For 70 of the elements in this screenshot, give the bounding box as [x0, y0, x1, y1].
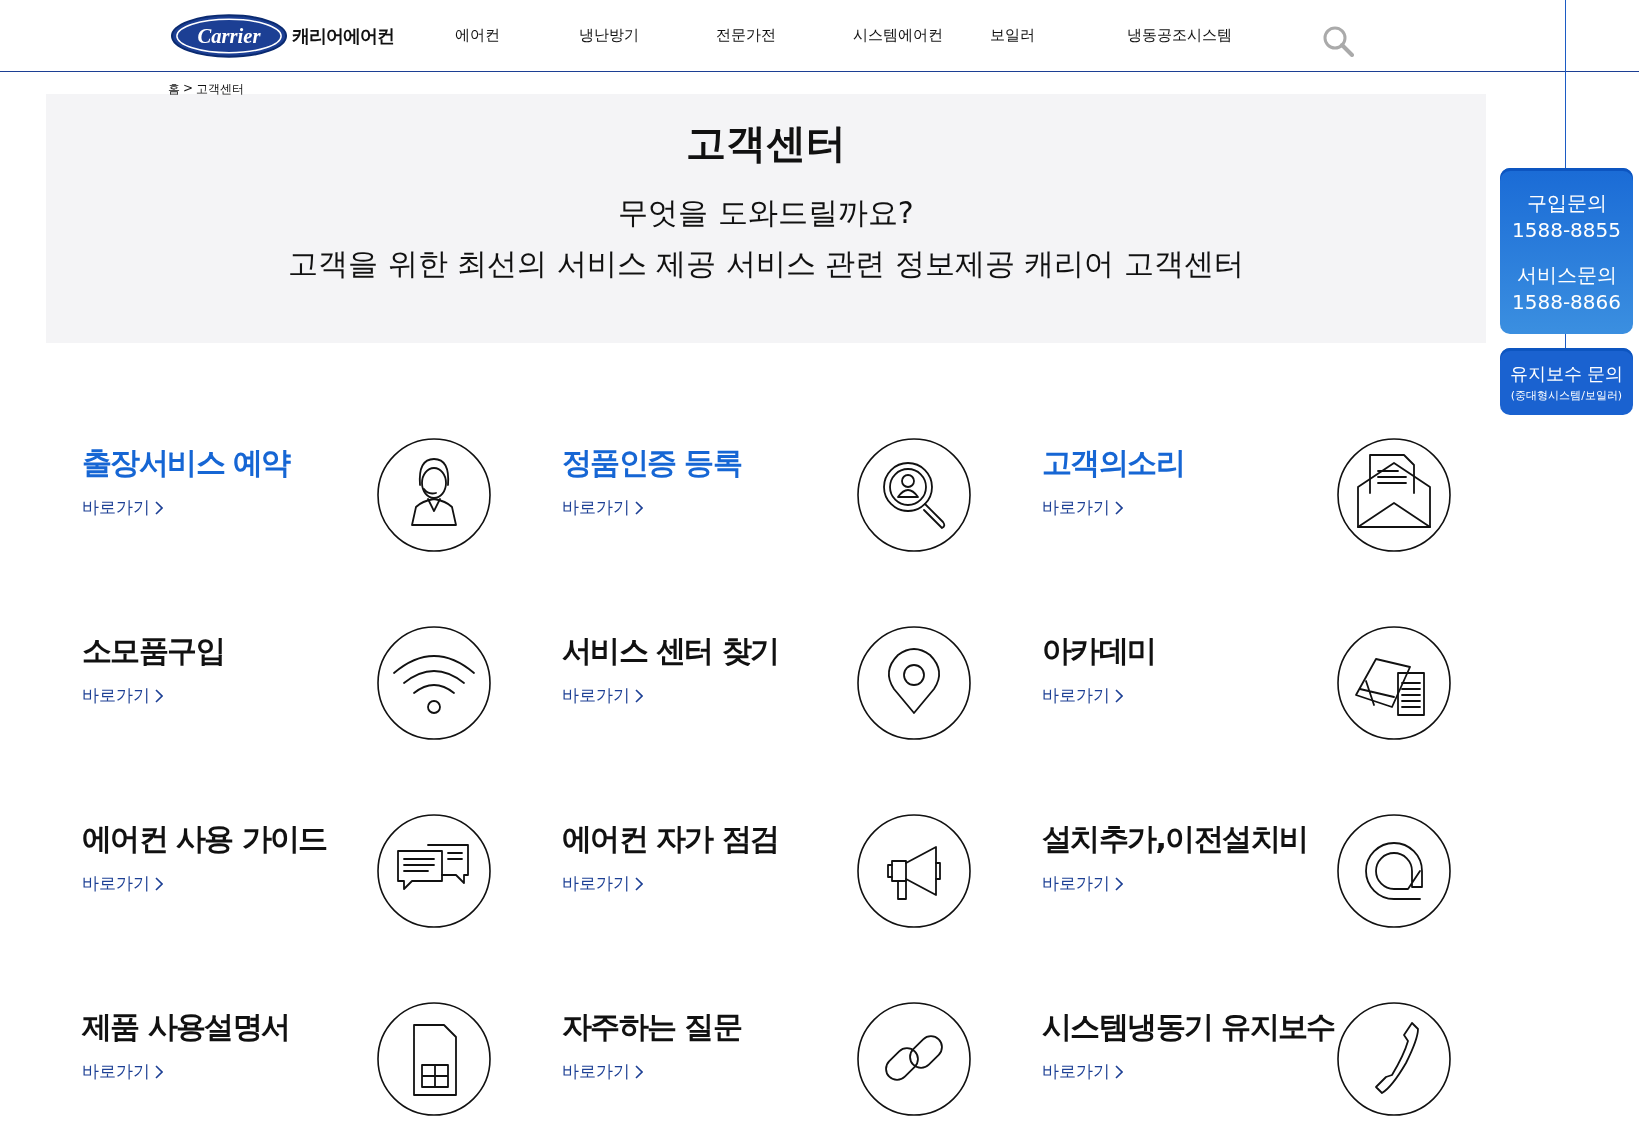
chevron-right-icon	[635, 688, 643, 703]
carrier-logo[interactable]: Carrier	[170, 12, 288, 59]
service-title[interactable]: 서비스 센터 찾기	[562, 631, 779, 672]
service-title[interactable]: 제품 사용설명서	[82, 1007, 290, 1048]
chevron-right-icon	[1115, 876, 1123, 891]
service-title[interactable]: 출장서비스 예약	[82, 443, 290, 484]
contact-text: 구입문의	[1526, 190, 1607, 217]
service-title[interactable]: 자주하는 질문	[562, 1007, 742, 1048]
link-icon[interactable]	[856, 1001, 972, 1117]
nav-link[interactable]: 냉난방기	[579, 26, 716, 45]
breadcrumb-home[interactable]: 홈	[168, 81, 180, 94]
chevron-right-icon	[155, 500, 163, 515]
sim-card-icon[interactable]	[376, 1001, 492, 1117]
nav-link[interactable]: 보일러	[990, 26, 1127, 45]
contact-text: 서비스문의	[1516, 262, 1617, 289]
megaphone-icon[interactable]	[856, 813, 972, 929]
shortcut-link[interactable]: 바로가기	[82, 872, 163, 895]
service-title[interactable]: 고객의소리	[1042, 443, 1184, 484]
contact-button[interactable]: 구입문의 1588-8855 서비스문의 1588-8866	[1500, 168, 1633, 334]
service-title[interactable]: 소모품구입	[82, 631, 224, 672]
banner-text: 고객을 위한 최선의 서비스 제공 서비스 관련 정보제공 캐리어 고객센터	[287, 245, 1245, 283]
service-title[interactable]: 에어컨 사용 가이드	[82, 819, 327, 860]
chevron-right-icon	[1115, 1064, 1123, 1079]
breadcrumb-separator: >	[183, 81, 194, 94]
contact-text: (중대형시스템/보일러)	[1510, 388, 1623, 404]
contact-text: 1588-8855	[1512, 217, 1621, 244]
shortcut-link[interactable]: 바로가기	[1042, 872, 1123, 895]
shortcut-link[interactable]: 바로가기	[82, 496, 163, 519]
documents-icon[interactable]	[1336, 625, 1452, 741]
shortcut-link[interactable]: 바로가기	[82, 1060, 163, 1083]
contact-text: 1588-8866	[1512, 289, 1621, 316]
nav-link[interactable]: 전문가전	[716, 26, 853, 45]
search-person-icon[interactable]	[856, 437, 972, 553]
nav-link[interactable]: 에어컨	[455, 26, 579, 45]
banner-text: 무엇을 도와드릴까요?	[617, 194, 915, 232]
contact-text: 유지보수 문의	[1509, 362, 1624, 386]
chevron-right-icon	[1115, 688, 1123, 703]
chevron-right-icon	[635, 500, 643, 515]
chevron-right-icon	[155, 1064, 163, 1079]
shortcut-link[interactable]: 바로가기	[1042, 1060, 1123, 1083]
chevron-right-icon	[155, 688, 163, 703]
shortcut-link[interactable]: 바로가기	[562, 872, 643, 895]
at-sign-icon[interactable]	[1336, 813, 1452, 929]
wifi-icon[interactable]	[376, 625, 492, 741]
chevron-right-icon	[155, 876, 163, 891]
shortcut-link[interactable]: 바로가기	[562, 496, 643, 519]
service-title[interactable]: 설치추가,이전설치비	[1042, 819, 1308, 860]
chevron-right-icon	[635, 876, 643, 891]
chevron-right-icon	[635, 1064, 643, 1079]
chevron-right-icon	[1115, 500, 1123, 515]
shortcut-link[interactable]: 바로가기	[562, 1060, 643, 1083]
chat-bubbles-icon[interactable]	[376, 813, 492, 929]
shortcut-link[interactable]: 바로가기	[1042, 496, 1123, 519]
envelope-icon[interactable]	[1336, 437, 1452, 553]
nav-link[interactable]: 시스템에어컨	[853, 26, 990, 45]
brand-name: 캐리어에어컨	[292, 23, 394, 48]
service-title[interactable]: 에어컨 자가 점검	[562, 819, 779, 860]
service-title[interactable]: 정품인증 등록	[562, 443, 742, 484]
nav-link[interactable]: 냉동공조시스템	[1127, 26, 1264, 45]
location-pin-icon[interactable]	[856, 625, 972, 741]
phone-icon[interactable]	[1336, 1001, 1452, 1117]
service-title[interactable]: 아카데미	[1042, 631, 1156, 672]
headset-person-icon[interactable]	[376, 437, 492, 553]
shortcut-link[interactable]: 바로가기	[82, 684, 163, 707]
shortcut-link[interactable]: 바로가기	[1042, 684, 1123, 707]
breadcrumb-current: 고객센터	[196, 81, 245, 94]
contact-button[interactable]: 유지보수 문의 (중대형시스템/보일러)	[1500, 348, 1633, 415]
service-title[interactable]: 시스템냉동기 유지보수	[1042, 1007, 1335, 1048]
shortcut-link[interactable]: 바로가기	[562, 684, 643, 707]
page-title: 고객센터	[685, 119, 847, 168]
